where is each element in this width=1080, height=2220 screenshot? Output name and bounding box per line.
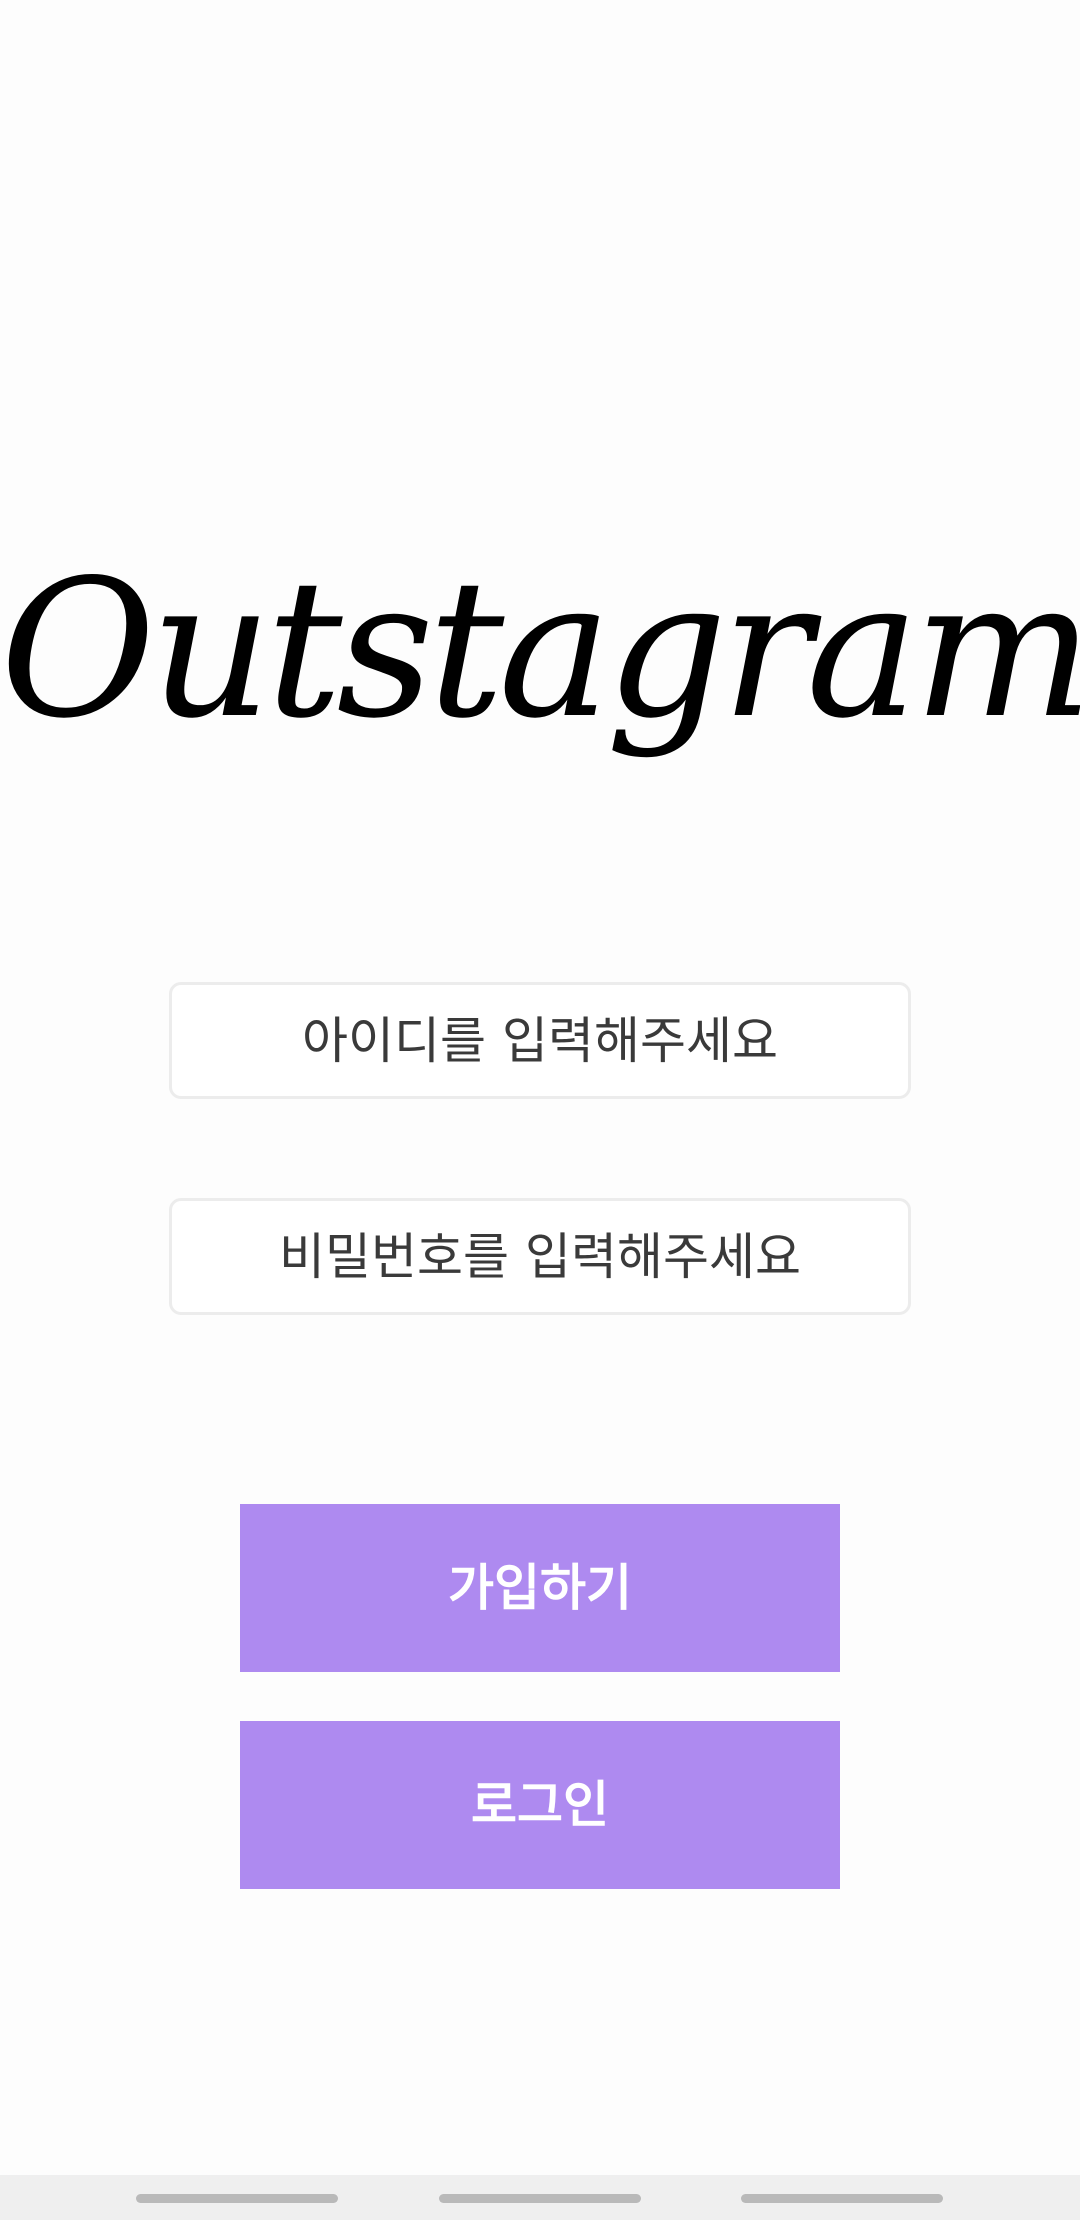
id-input[interactable] <box>169 982 911 1099</box>
system-navigation-bar <box>0 2175 1080 2220</box>
nav-handle-left[interactable] <box>136 2194 338 2203</box>
login-button[interactable]: 로그인 <box>240 1721 840 1889</box>
nav-handle-center[interactable] <box>439 2194 641 2203</box>
nav-handle-right[interactable] <box>741 2194 943 2203</box>
signup-button[interactable]: 가입하기 <box>240 1504 840 1672</box>
password-input[interactable] <box>169 1198 911 1315</box>
app-logo: Outstagram <box>0 539 1080 760</box>
